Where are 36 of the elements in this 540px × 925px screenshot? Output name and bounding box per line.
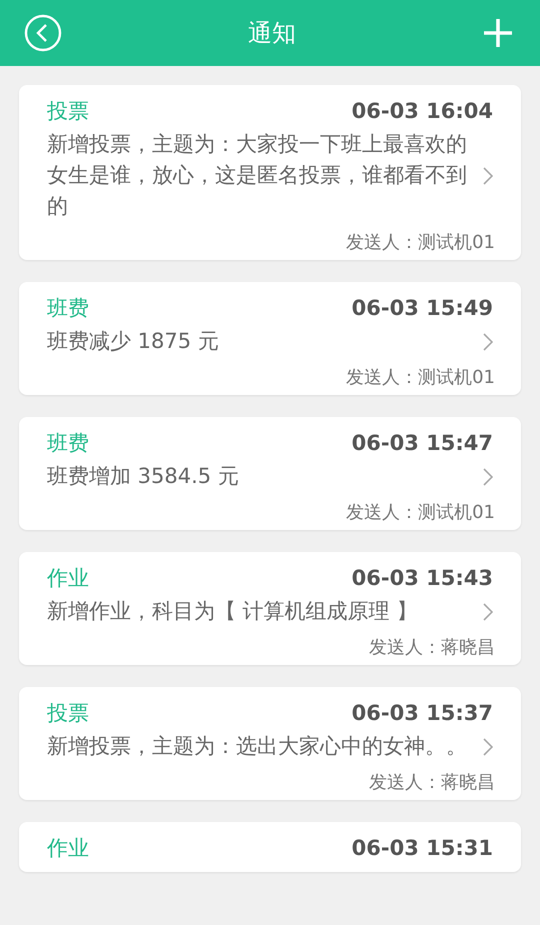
chevron-right-icon (483, 332, 493, 350)
notice-sender: 发送人：测试机01 (346, 231, 495, 254)
notice-message: 班费增加 3584.5 元 (47, 463, 240, 490)
notice-time: 06-03 15:37 (352, 701, 493, 725)
notice-sender: 发送人：蒋晓昌 (369, 771, 495, 794)
notice-category: 投票 (47, 98, 89, 125)
notice-card[interactable]: 班费 06-03 15:47 班费增加 3584.5 元 发送人：测试机01 (19, 417, 521, 530)
notice-time: 06-03 15:47 (352, 431, 493, 455)
back-button[interactable] (24, 14, 62, 52)
notice-category: 投票 (47, 700, 89, 727)
notice-card[interactable]: 作业 06-03 15:43 新增作业，科目为【 计算机组成原理 】 发送人：蒋晓昌 (19, 552, 521, 665)
notice-sender: 发送人：蒋晓昌 (369, 636, 495, 659)
notice-time: 06-03 16:04 (352, 99, 493, 123)
notice-message: 新增作业，科目为【 计算机组成原理 】 (47, 598, 418, 625)
notice-category: 作业 (47, 835, 89, 862)
notice-category: 班费 (47, 295, 89, 322)
chevron-right-icon (483, 738, 493, 756)
chevron-right-icon (483, 468, 493, 486)
add-button[interactable] (482, 17, 514, 49)
notice-card[interactable]: 作业 06-03 15:31 (19, 822, 521, 872)
notice-card[interactable]: 投票 06-03 15:37 新增投票，主题为：选出大家心中的女神。。 发送人：蒋晓昌 (19, 687, 521, 800)
notice-category: 作业 (47, 565, 89, 592)
notice-card[interactable]: 班费 06-03 15:49 班费减少 1875 元 发送人：测试机01 (19, 282, 521, 395)
notice-time: 06-03 15:31 (352, 836, 493, 860)
page-title: 通知 (248, 18, 296, 49)
chevron-right-icon (483, 166, 493, 184)
notice-time: 06-03 15:49 (352, 296, 493, 320)
notice-message: 班费减少 1875 元 (47, 328, 220, 355)
notice-sender: 发送人：测试机01 (346, 501, 495, 524)
notice-message: 新增投票，主题为：选出大家心中的女神。。 (47, 733, 467, 760)
chevron-right-icon (483, 602, 493, 620)
notice-category: 班费 (47, 430, 89, 457)
notice-time: 06-03 15:43 (352, 566, 493, 590)
notice-card[interactable]: 投票 06-03 16:04 新增投票，主题为：大家投一下班上最喜欢的女生是谁，放心，这是匿名投票，谁都看不到的 发送人：测试机01 (19, 85, 521, 260)
notice-message: 新增投票，主题为：大家投一下班上最喜欢的女生是谁，放心，这是匿名投票，谁都看不到的 (47, 131, 467, 220)
notice-sender: 发送人：测试机01 (346, 366, 495, 389)
